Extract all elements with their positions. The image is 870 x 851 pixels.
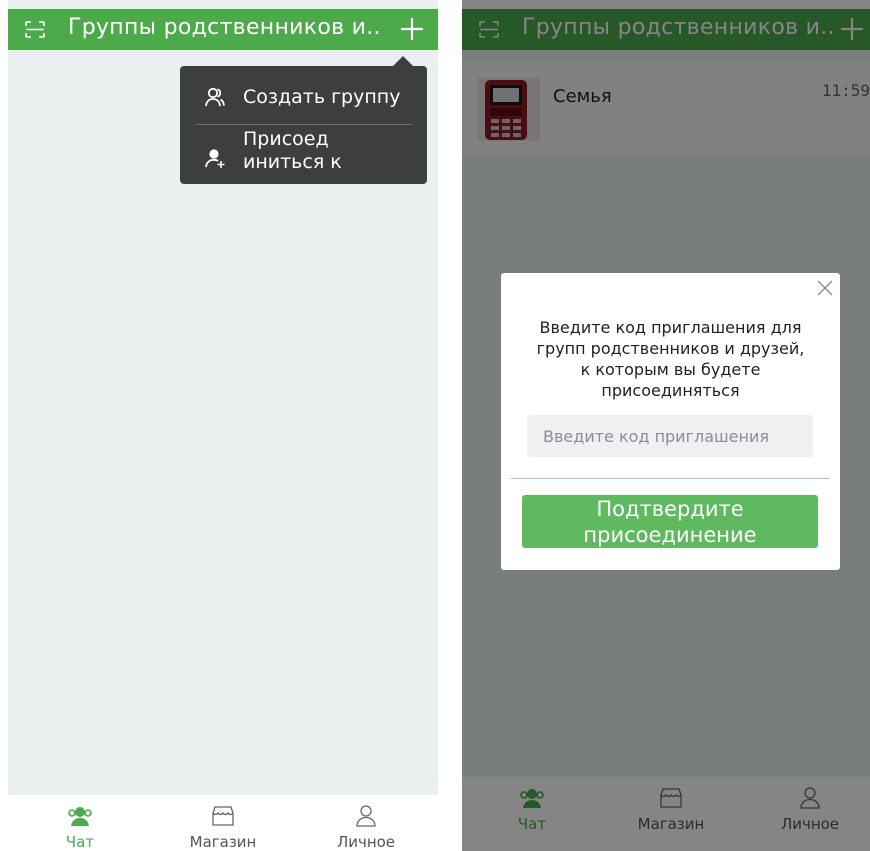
nav-label: Магазин — [189, 833, 257, 851]
nav-label: Чат — [65, 833, 95, 851]
nav-label: Личное — [336, 833, 396, 851]
header-bar: Группы родственников и.. — [8, 9, 438, 50]
invite-code-input[interactable] — [527, 415, 813, 457]
store-icon — [212, 806, 234, 826]
create-group-icon — [205, 87, 225, 107]
screen-groups-menu: Группы родственников и.. Создать группу … — [8, 0, 438, 851]
person-icon — [356, 805, 376, 827]
add-menu-popover: Создать группу Присоед иниться к — [180, 56, 427, 184]
nav-tab-personal[interactable]: Личное — [306, 795, 426, 851]
confirm-join-button[interactable]: Подтвердите присоединение — [522, 495, 818, 548]
page-title: Группы родственников и.. — [68, 15, 381, 40]
menu-item-label: Присоед иниться к — [243, 128, 342, 173]
screen-join-dialog: Семья 11:59 Группы родственников и.. Чат — [462, 0, 870, 851]
popover-arrow — [393, 56, 413, 66]
scan-icon[interactable] — [25, 21, 45, 38]
nav-tab-store[interactable]: Магазин — [163, 795, 283, 851]
bottom-navigation: Чат Магазин Личное — [8, 795, 438, 851]
join-group-icon — [205, 149, 225, 168]
nav-tab-chat[interactable]: Чат — [20, 795, 140, 851]
menu-item-join-group[interactable]: Присоед иниться к — [180, 125, 427, 184]
dialog-divider — [511, 478, 830, 479]
plus-icon[interactable] — [400, 17, 424, 41]
join-group-dialog: Введите код приглашения для групп родств… — [501, 273, 840, 570]
close-icon[interactable] — [816, 279, 834, 297]
chat-people-icon — [68, 807, 92, 826]
dialog-message: Введите код приглашения для групп родств… — [536, 318, 805, 400]
menu-item-create-group[interactable]: Создать группу — [180, 66, 427, 124]
menu-item-label: Создать группу — [243, 86, 401, 108]
